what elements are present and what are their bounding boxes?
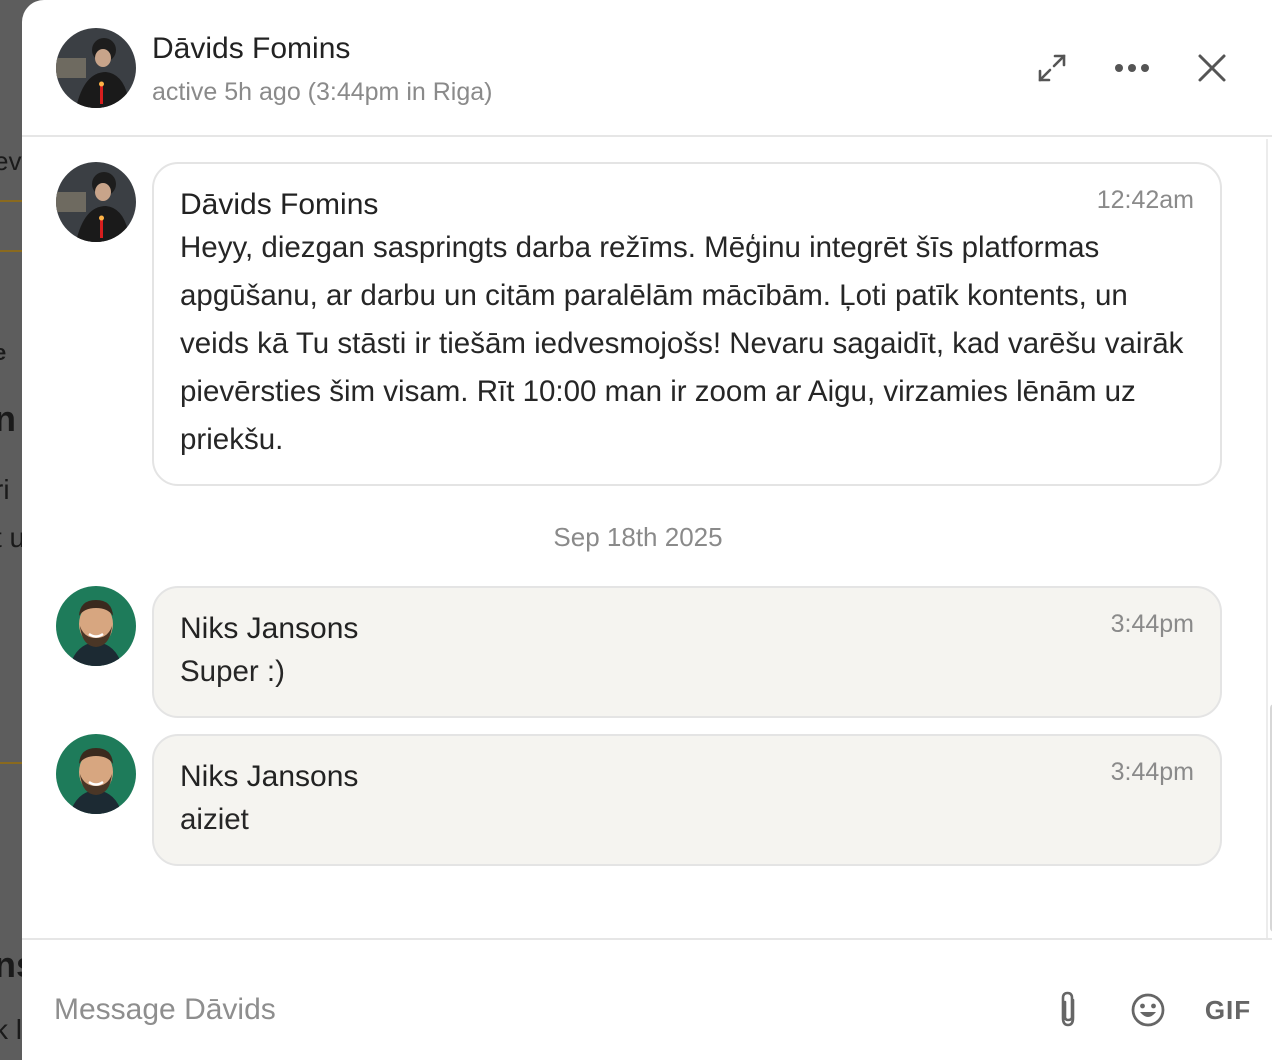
message-author: Dāvids Fomins (180, 188, 379, 221)
attach-button[interactable] (1048, 988, 1088, 1032)
message-time: 12:42am (1096, 186, 1194, 214)
background-text-fragment: ev (0, 146, 22, 176)
close-icon (1198, 54, 1226, 82)
contact-name: Dāvids Fomins (152, 32, 351, 65)
contact-status: active 5h ago (3:44pm in Riga) (152, 78, 493, 106)
message-time: 3:44pm (1110, 610, 1194, 638)
avatar-photo-davids (56, 28, 136, 108)
date-separator: Sep 18th 2025 (553, 522, 723, 552)
close-button[interactable] (1190, 46, 1234, 90)
message-text: Heyy, diezgan saspringts darba režīms. M… (180, 231, 1184, 456)
emoji-icon (1131, 993, 1165, 1027)
chat-header: Dāvids Fomins active 5h ago (3:44pm in R… (22, 0, 1272, 137)
message-time: 3:44pm (1110, 758, 1194, 786)
message-list[interactable]: Dāvids Fomins 12:42am Heyy, diezgan sasp… (22, 139, 1272, 939)
emoji-button[interactable] (1126, 988, 1170, 1032)
message-input[interactable] (54, 988, 1014, 1032)
message-author: Niks Jansons (180, 612, 359, 645)
gif-button[interactable]: GIF (1200, 988, 1256, 1032)
scrollbar[interactable] (1266, 139, 1272, 939)
message-text: aiziet (180, 803, 249, 836)
chat-modal: Dāvids Fomins active 5h ago (3:44pm in R… (22, 0, 1272, 1060)
avatar[interactable] (56, 162, 136, 242)
background-text-fragment: n (0, 398, 16, 439)
message-composer: GIF (22, 938, 1272, 1060)
expand-icon (1038, 54, 1066, 82)
avatar[interactable] (56, 28, 136, 108)
background-text-fragment: ri (0, 474, 10, 505)
more-icon (1115, 64, 1149, 72)
expand-button[interactable] (1030, 46, 1074, 90)
paperclip-icon (1061, 991, 1075, 1027)
message-author: Niks Jansons (180, 760, 359, 793)
background-text-fragment: k l (0, 1014, 22, 1045)
background-text-fragment: e (0, 340, 7, 365)
avatar-photo-davids (56, 162, 136, 242)
avatar[interactable] (56, 734, 136, 814)
avatar[interactable] (56, 586, 136, 666)
message-bubble: Niks Jansons 3:44pm Super :) (152, 586, 1222, 718)
more-options-button[interactable] (1110, 46, 1154, 90)
avatar-photo-niks (56, 734, 136, 814)
message-bubble: Dāvids Fomins 12:42am Heyy, diezgan sasp… (152, 162, 1222, 486)
avatar-photo-niks (56, 586, 136, 666)
message-bubble: Niks Jansons 3:44pm aiziet (152, 734, 1222, 866)
message-text: Super :) (180, 655, 285, 688)
